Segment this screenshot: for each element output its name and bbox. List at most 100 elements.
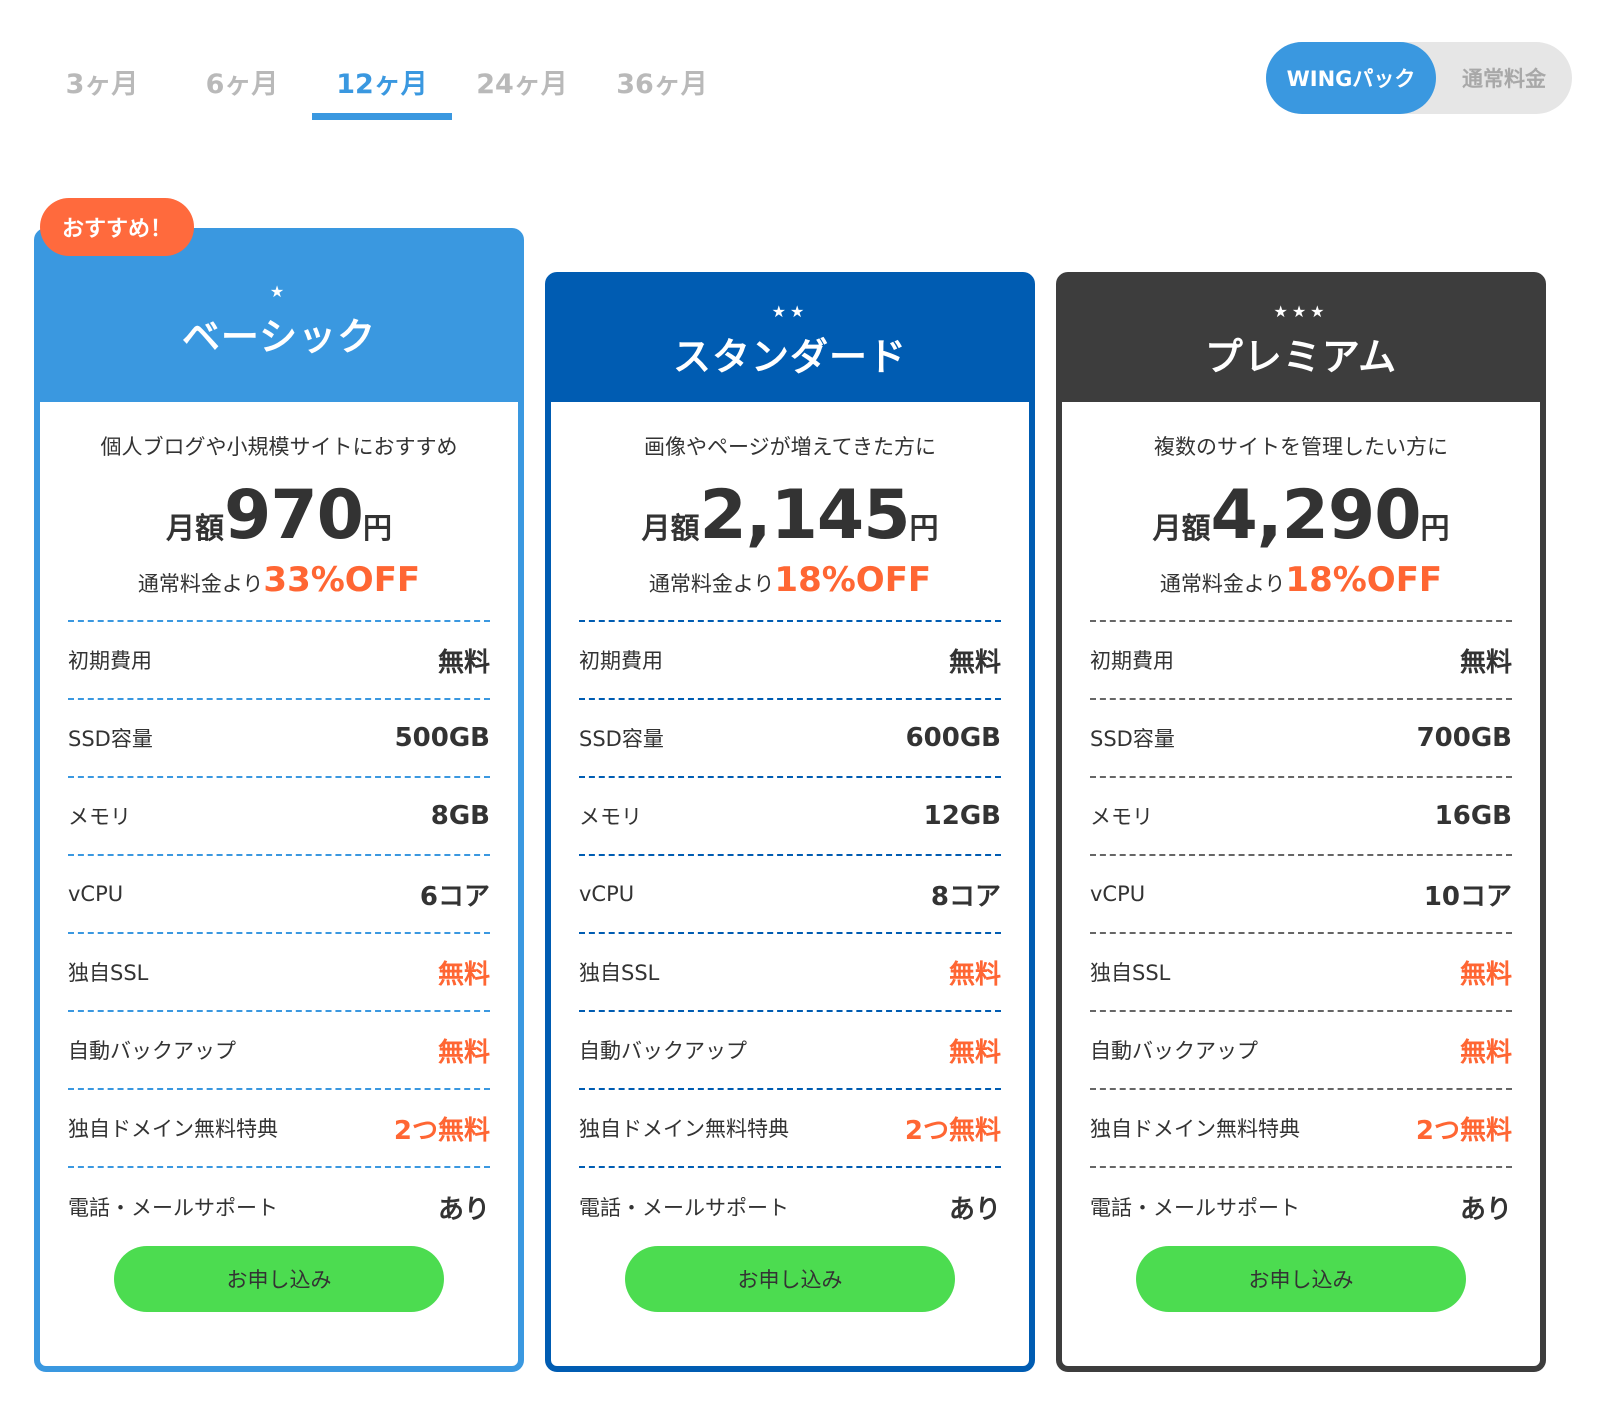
regular-price-option[interactable]: 通常料金: [1436, 42, 1572, 114]
star-icon: ★★★: [1273, 302, 1329, 321]
feature-label: vCPU: [1090, 882, 1146, 906]
feature-row: メモリ 12GB: [579, 778, 1001, 856]
feature-label: 独自ドメイン無料特典: [1090, 1117, 1300, 1141]
feature-value: 無料: [437, 647, 490, 678]
feature-label: 電話・メールサポート: [1090, 1196, 1300, 1220]
feature-row: 電話・メールサポート あり: [1090, 1168, 1512, 1246]
plan-name: スタンダード: [672, 335, 907, 379]
feature-row: SSD容量 500GB: [68, 700, 490, 778]
feature-label: メモリ: [68, 805, 131, 829]
plan-name: ベーシック: [181, 315, 377, 359]
feature-row: 電話・メールサポート あり: [579, 1168, 1001, 1246]
feature-row: 独自ドメイン無料特典 2つ無料: [68, 1090, 490, 1168]
price-suffix: 円: [1420, 511, 1450, 545]
feature-label: メモリ: [579, 805, 642, 829]
feature-value: 無料: [437, 1037, 490, 1068]
feature-row: SSD容量 600GB: [579, 700, 1001, 778]
feature-value: 無料: [1459, 959, 1512, 990]
price-prefix: 月額: [641, 511, 700, 545]
feature-row: 独自SSL 無料: [579, 934, 1001, 1012]
tab-24-months[interactable]: 24ヶ月: [452, 42, 592, 120]
apply-button[interactable]: お申し込み: [114, 1246, 444, 1312]
feature-value: 500GB: [394, 723, 490, 753]
plan-card-premium: ★★★ プレミアム 複数のサイトを管理したい方に 月額4,290円 通常料金より…: [1056, 272, 1546, 1372]
feature-value: 無料: [948, 1037, 1001, 1068]
tab-36-months[interactable]: 36ヶ月: [592, 42, 732, 120]
feature-value: 無料: [1459, 647, 1512, 678]
tab-12-months[interactable]: 12ヶ月: [312, 42, 452, 120]
feature-row: 独自ドメイン無料特典 2つ無料: [579, 1090, 1001, 1168]
feature-value: 無料: [948, 959, 1001, 990]
feature-row: 独自SSL 無料: [1090, 934, 1512, 1012]
feature-row: 初期費用 無料: [68, 622, 490, 700]
wing-pack-option[interactable]: WINGパック: [1266, 42, 1436, 114]
star-icon: ★: [269, 282, 289, 301]
plan-tagline: 個人ブログや小規模サイトにおすすめ: [100, 435, 458, 459]
feature-row: SSD容量 700GB: [1090, 700, 1512, 778]
plan-card-standard: ★★ スタンダード 画像やページが増えてきた方に 月額2,145円 通常料金より…: [545, 272, 1035, 1372]
feature-row: 電話・メールサポート あり: [68, 1168, 490, 1246]
feature-label: 独自ドメイン無料特典: [68, 1117, 278, 1141]
feature-value: 2つ無料: [1415, 1115, 1512, 1146]
pricing-mode-toggle[interactable]: WINGパック 通常料金: [1266, 42, 1572, 114]
feature-value: 600GB: [905, 723, 1001, 753]
apply-button[interactable]: お申し込み: [1136, 1246, 1466, 1312]
feature-label: 独自SSL: [68, 961, 149, 985]
apply-button[interactable]: お申し込み: [625, 1246, 955, 1312]
plan-header: ★★ スタンダード: [551, 278, 1029, 402]
feature-value: 8GB: [430, 801, 490, 831]
tab-6-months[interactable]: 6ヶ月: [172, 42, 312, 120]
feature-label: 初期費用: [1090, 649, 1174, 673]
discount-prefix: 通常料金より: [1159, 572, 1286, 596]
price-prefix: 月額: [1152, 511, 1211, 545]
plan-tagline: 画像やページが増えてきた方に: [644, 435, 936, 459]
feature-label: 独自SSL: [579, 961, 660, 985]
feature-value: 無料: [1459, 1037, 1512, 1068]
feature-row: メモリ 8GB: [68, 778, 490, 856]
discount: 通常料金より18%OFF: [579, 560, 1001, 606]
feature-label: vCPU: [579, 882, 635, 906]
feature-row: 初期費用 無料: [1090, 622, 1512, 700]
feature-label: SSD容量: [1090, 727, 1175, 751]
feature-label: 独自SSL: [1090, 961, 1171, 985]
price-value: 970: [224, 476, 364, 555]
price: 月額970円: [68, 476, 490, 556]
discount-value: 18%OFF: [1285, 560, 1443, 600]
feature-label: SSD容量: [68, 727, 153, 751]
tab-3-months[interactable]: 3ヶ月: [32, 42, 172, 120]
price-suffix: 円: [362, 511, 392, 545]
feature-row: 自動バックアップ 無料: [1090, 1012, 1512, 1090]
feature-value: 8コア: [930, 881, 1001, 912]
feature-label: メモリ: [1090, 805, 1153, 829]
feature-value: 2つ無料: [904, 1115, 1001, 1146]
discount-value: 33%OFF: [263, 560, 421, 600]
plan-header: ★ ベーシック: [40, 234, 518, 402]
star-icon: ★★: [771, 302, 809, 321]
feature-label: vCPU: [68, 882, 124, 906]
feature-list: 初期費用 無料 SSD容量 500GB メモリ 8GB vCPU 6コア 独自SSL 無料…: [68, 620, 490, 1246]
feature-value: 16GB: [1434, 801, 1512, 831]
price-value: 4,290: [1210, 476, 1421, 555]
feature-value: あり: [1459, 1194, 1512, 1225]
feature-list: 初期費用 無料 SSD容量 700GB メモリ 16GB vCPU 10コア 独自SSL…: [1090, 620, 1512, 1246]
price-prefix: 月額: [166, 511, 225, 545]
price-suffix: 円: [909, 511, 939, 545]
feature-value: 12GB: [923, 801, 1001, 831]
feature-label: 電話・メールサポート: [68, 1196, 278, 1220]
feature-row: vCPU 6コア: [68, 856, 490, 934]
discount-prefix: 通常料金より: [648, 572, 775, 596]
period-tabs: 3ヶ月 6ヶ月 12ヶ月 24ヶ月 36ヶ月: [32, 42, 732, 120]
price-value: 2,145: [699, 476, 910, 555]
feature-row: vCPU 8コア: [579, 856, 1001, 934]
feature-label: 自動バックアップ: [579, 1039, 747, 1063]
discount: 通常料金より33%OFF: [68, 560, 490, 606]
feature-value: あり: [948, 1194, 1001, 1225]
feature-label: 初期費用: [68, 649, 152, 673]
price: 月額2,145円: [579, 476, 1001, 556]
feature-value: 10コア: [1423, 881, 1512, 912]
feature-row: vCPU 10コア: [1090, 856, 1512, 934]
discount-value: 18%OFF: [774, 560, 932, 600]
feature-label: 自動バックアップ: [1090, 1039, 1258, 1063]
feature-row: メモリ 16GB: [1090, 778, 1512, 856]
feature-label: 電話・メールサポート: [579, 1196, 789, 1220]
